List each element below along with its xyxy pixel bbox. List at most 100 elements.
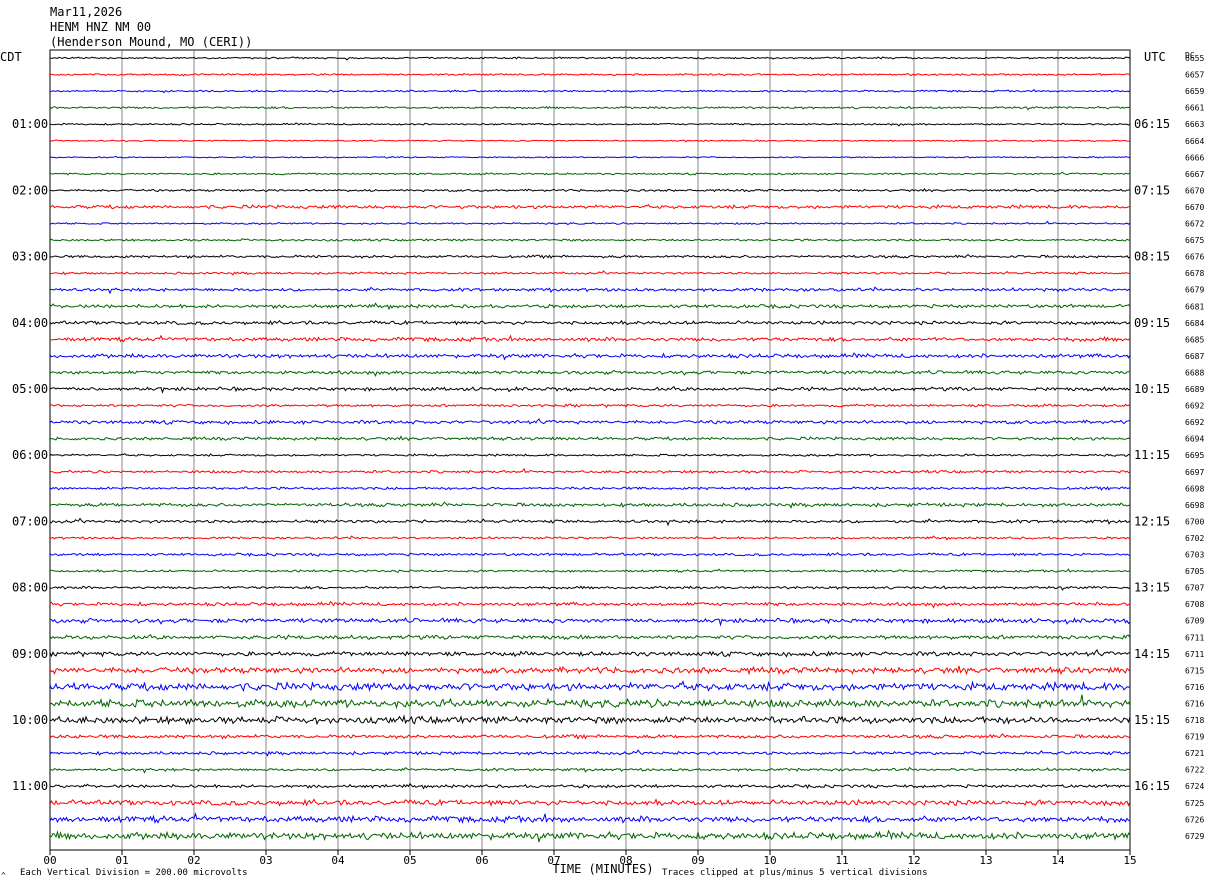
dc-offset-label: 6711: [1185, 633, 1204, 642]
left-hour-label: 02:00: [12, 183, 48, 197]
dc-offset-label: 6661: [1185, 104, 1204, 113]
seismic-traces: [49, 56, 1131, 843]
right-timezone-label: UTC: [1144, 50, 1166, 64]
left-hour-label: 10:00: [12, 713, 48, 727]
dc-offset-label: 6675: [1185, 236, 1204, 245]
clip-note: Traces clipped at plus/minus 5 vertical …: [662, 868, 928, 878]
dc-offset-label: 6688: [1185, 368, 1204, 377]
dc-offset-label: 6711: [1185, 650, 1204, 659]
minute-gridlines: [121, 50, 1059, 850]
trace-row-20: [49, 369, 1130, 377]
dc-offset-label: 6655: [1185, 54, 1204, 63]
trace-row-48: [49, 829, 1131, 843]
left-hour-label: 05:00: [12, 382, 48, 396]
x-tick-label-13: 13: [979, 854, 992, 867]
x-axis-title: TIME (MINUTES): [552, 862, 653, 876]
trace-row-18: [49, 334, 1131, 343]
trace-row-32: [49, 568, 1131, 573]
dc-offset-label: 6664: [1185, 137, 1204, 146]
trace-row-3: [50, 88, 1131, 94]
right-hour-label: 06:15: [1134, 117, 1170, 131]
dc-offset-label: 6684: [1185, 319, 1204, 328]
trace-row-19: [49, 352, 1131, 361]
right-hour-label: 10:15: [1134, 382, 1170, 396]
dc-offset-label: 6719: [1185, 733, 1204, 742]
trace-row-42: [49, 733, 1131, 740]
dc-offset-label: 6695: [1185, 451, 1204, 460]
plot-frame: [49, 49, 1131, 851]
dc-offset-label: 6666: [1185, 153, 1204, 162]
dc-offset-label: 6689: [1185, 385, 1204, 394]
trace-row-29: [49, 517, 1131, 527]
dc-offset-label: 6698: [1185, 484, 1204, 493]
dc-offset-label: 6698: [1185, 501, 1204, 510]
left-hour-label: 09:00: [12, 647, 48, 661]
dc-offset-label: 6692: [1185, 418, 1204, 427]
header-station: HENM HNZ NM 00: [50, 20, 151, 34]
trace-row-46: [49, 798, 1131, 807]
trace-row-45: [49, 782, 1131, 790]
x-tick-label-12: 12: [907, 854, 920, 867]
trace-row-38: [49, 665, 1131, 676]
trace-row-15: [50, 286, 1131, 295]
right-hour-label: 16:15: [1134, 779, 1170, 793]
dc-offset-label: 6729: [1185, 832, 1204, 841]
dc-offset-label: 6703: [1185, 551, 1204, 560]
trace-row-4: [49, 105, 1131, 111]
header-location: (Henderson Mound, MO (CERI)): [50, 35, 252, 49]
dc-offset-label: 6708: [1185, 600, 1204, 609]
trace-row-47: [49, 812, 1131, 824]
left-hour-label: 03:00: [12, 250, 48, 264]
trace-row-35: [49, 617, 1131, 627]
dc-offset-label: 6725: [1185, 799, 1204, 808]
right-hour-label: 09:15: [1134, 316, 1170, 330]
trace-row-7: [49, 155, 1131, 159]
trace-row-40: [49, 694, 1131, 710]
dc-offset-label: 6718: [1185, 716, 1204, 725]
scale-note: Each Vertical Division = 200.00 microvol…: [20, 868, 248, 878]
left-hour-label: 07:00: [12, 514, 48, 528]
dc-offset-label: 6667: [1185, 170, 1204, 179]
corner-mark: ^: [1, 871, 6, 880]
dc-offset-label: 6692: [1185, 402, 1204, 411]
dc-offset-label: 6705: [1185, 567, 1204, 576]
dc-offset-label: 6663: [1185, 120, 1204, 129]
header-date: Mar11,2026: [50, 5, 122, 19]
right-hour-label: 14:15: [1134, 647, 1170, 661]
x-tick-label-14: 14: [1051, 854, 1065, 867]
x-tick-label-11: 11: [835, 854, 848, 867]
dc-offset-label: 6670: [1185, 186, 1204, 195]
helicorder-chart: Mar11,2026 HENM HNZ NM 00 (Henderson Mou…: [0, 5, 1204, 880]
dc-offset-label: 6721: [1185, 749, 1204, 758]
trace-row-26: [49, 467, 1131, 474]
trace-row-5: [49, 122, 1131, 127]
trace-row-39: [49, 680, 1131, 692]
trace-row-1: [49, 56, 1131, 61]
trace-row-16: [49, 302, 1131, 311]
x-tick-label-03: 03: [259, 854, 272, 867]
dc-offset-label: 6715: [1185, 666, 1204, 675]
trace-row-24: [49, 435, 1131, 442]
dc-offset-label: 6716: [1185, 699, 1204, 708]
x-tick-label-04: 04: [331, 854, 345, 867]
dc-offset-label: 6678: [1185, 269, 1204, 278]
left-timezone-label: CDT: [0, 50, 22, 64]
x-tick-label-00: 00: [43, 854, 56, 867]
right-hour-label: 08:15: [1134, 250, 1170, 264]
dc-offset-label: 6679: [1185, 286, 1204, 295]
right-hour-label: 12:15: [1134, 514, 1170, 528]
left-hour-label: 08:00: [12, 581, 48, 595]
dc-offset-label: 6722: [1185, 766, 1204, 775]
dc-offset-label: 6726: [1185, 815, 1204, 824]
trace-row-43: [49, 749, 1131, 757]
dc-offset-label: 6702: [1185, 534, 1204, 543]
x-tick-label-10: 10: [763, 854, 776, 867]
right-hour-label: 15:15: [1134, 713, 1170, 727]
dc-offset-label: 6670: [1185, 203, 1204, 212]
dc-offset-label: 6724: [1185, 782, 1204, 791]
dc-offset-label: 6659: [1185, 87, 1204, 96]
dc-offset-label: 6657: [1185, 71, 1204, 80]
dc-offset-label: 6709: [1185, 617, 1204, 626]
trace-row-6: [49, 139, 1131, 143]
dc-offset-label: 6687: [1185, 352, 1204, 361]
